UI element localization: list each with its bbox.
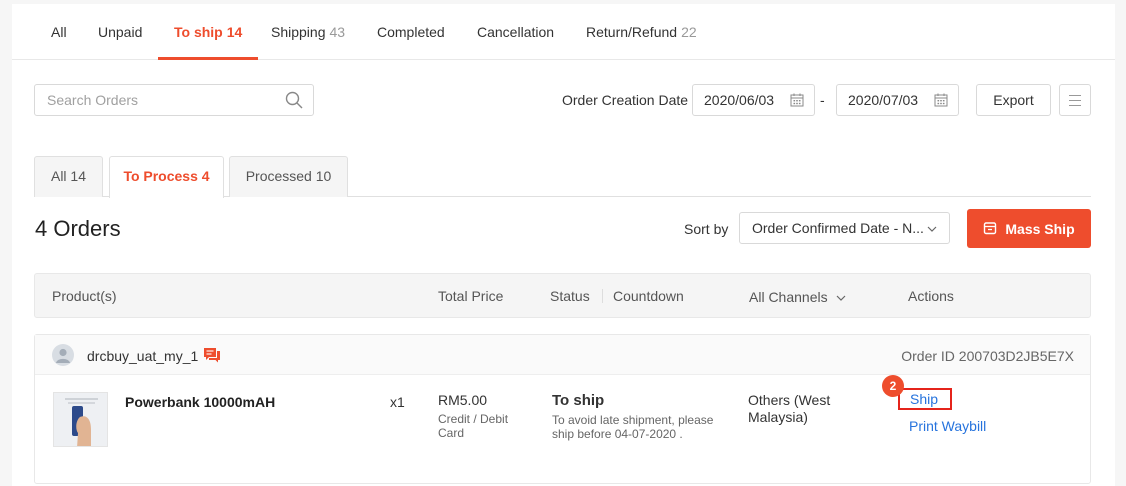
status-description: To avoid late shipment, please ship befo… xyxy=(552,413,714,441)
ship-link[interactable]: Ship xyxy=(898,388,952,410)
tab-label: Return/Refund xyxy=(586,24,678,40)
tab-cancellation[interactable]: Cancellation xyxy=(477,4,554,60)
date-filter-label: Order Creation Date xyxy=(562,92,689,108)
payment-method: Credit / Debit Card xyxy=(438,412,509,440)
active-tab-underline xyxy=(158,57,259,60)
date-to-value: 2020/07/03 xyxy=(848,92,919,108)
column-divider xyxy=(602,289,603,303)
tab-count: 43 xyxy=(329,24,346,40)
product-image xyxy=(53,392,108,447)
sort-select[interactable]: Order Confirmed Date - N... xyxy=(739,212,950,244)
channels-filter[interactable]: All Channels xyxy=(749,289,846,305)
column-product: Product(s) xyxy=(52,288,117,304)
tab-label: Shipping xyxy=(271,24,326,40)
date-to-field[interactable]: 2020/07/03 xyxy=(836,84,959,116)
orders-panel: All Unpaid To ship 14 Shipping 43 Complete… xyxy=(12,4,1115,486)
date-from-field[interactable]: 2020/06/03 xyxy=(692,84,815,116)
column-actions: Actions xyxy=(908,288,954,304)
calendar-icon xyxy=(790,93,804,107)
mass-ship-button[interactable]: Mass Ship xyxy=(967,209,1091,248)
sort-label: Sort by xyxy=(684,221,729,237)
tab-label: Unpaid xyxy=(98,24,143,40)
tab-unpaid[interactable]: Unpaid xyxy=(98,4,142,60)
order-id: Order ID 200703D2JB5E7X xyxy=(901,348,1074,364)
sort-value: Order Confirmed Date - N... xyxy=(752,220,924,236)
box-icon xyxy=(984,222,997,235)
order-card: drcbuy_uat_my_1 Order ID 200703D2JB5E7X … xyxy=(34,334,1091,484)
tab-label: To ship xyxy=(174,24,223,40)
search-icon[interactable] xyxy=(285,91,303,109)
chevron-down-icon xyxy=(927,226,937,232)
calendar-icon xyxy=(934,93,948,107)
user-avatar-icon xyxy=(52,344,74,366)
orders-count-title: 4 Orders xyxy=(35,216,121,241)
product-quantity: x1 xyxy=(390,394,405,410)
tab-shipping[interactable]: Shipping 43 xyxy=(271,4,345,60)
date-separator: - xyxy=(820,92,825,108)
order-status: To ship xyxy=(552,392,605,409)
step-badge: 2 xyxy=(882,375,904,397)
tab-all[interactable]: All xyxy=(51,4,67,60)
column-total-price: Total Price xyxy=(438,288,504,304)
order-card-header: drcbuy_uat_my_1 Order ID 200703D2JB5E7X xyxy=(35,335,1090,375)
tab-all-orders[interactable]: All 14 xyxy=(34,156,103,197)
tab-to-process[interactable]: To Process 4 xyxy=(109,156,224,198)
chat-icon[interactable] xyxy=(203,346,221,364)
tab-label: Cancellation xyxy=(477,24,555,40)
tab-count: 14 xyxy=(226,24,243,40)
column-status: Status xyxy=(550,288,590,304)
date-from-value: 2020/06/03 xyxy=(704,92,775,108)
order-status-tabs: All Unpaid To ship 14 Shipping 43 Complete… xyxy=(12,4,1115,60)
print-waybill-link[interactable]: Print Waybill xyxy=(909,418,986,434)
chevron-down-icon xyxy=(836,295,846,302)
list-menu-button[interactable] xyxy=(1059,84,1091,116)
tab-to-ship[interactable]: To ship 14 xyxy=(158,4,259,60)
total-price: RM5.00 xyxy=(438,392,488,408)
tab-processed[interactable]: Processed 10 xyxy=(229,156,348,197)
export-button[interactable]: Export xyxy=(976,84,1051,116)
column-countdown: Countdown xyxy=(613,288,684,304)
tab-return-refund[interactable]: Return/Refund 22 xyxy=(586,4,697,60)
tab-completed[interactable]: Completed xyxy=(377,4,445,60)
product-name: Powerbank 10000mAH xyxy=(125,394,276,410)
process-tabs: All 14 To Process 4 Processed 10 xyxy=(34,156,1091,198)
search-box xyxy=(34,84,314,116)
tab-label: Completed xyxy=(377,24,445,40)
buyer-name[interactable]: drcbuy_uat_my_1 xyxy=(87,348,198,364)
channels-filter-label: All Channels xyxy=(749,289,828,305)
mass-ship-label: Mass Ship xyxy=(1005,220,1075,237)
search-input[interactable] xyxy=(35,85,265,115)
shipping-channel: Others (West Malaysia) xyxy=(748,392,831,425)
tab-count: 22 xyxy=(681,24,697,40)
table-header: Product(s) Total Price Status Countdown … xyxy=(34,273,1091,318)
tab-label: All xyxy=(51,24,67,40)
